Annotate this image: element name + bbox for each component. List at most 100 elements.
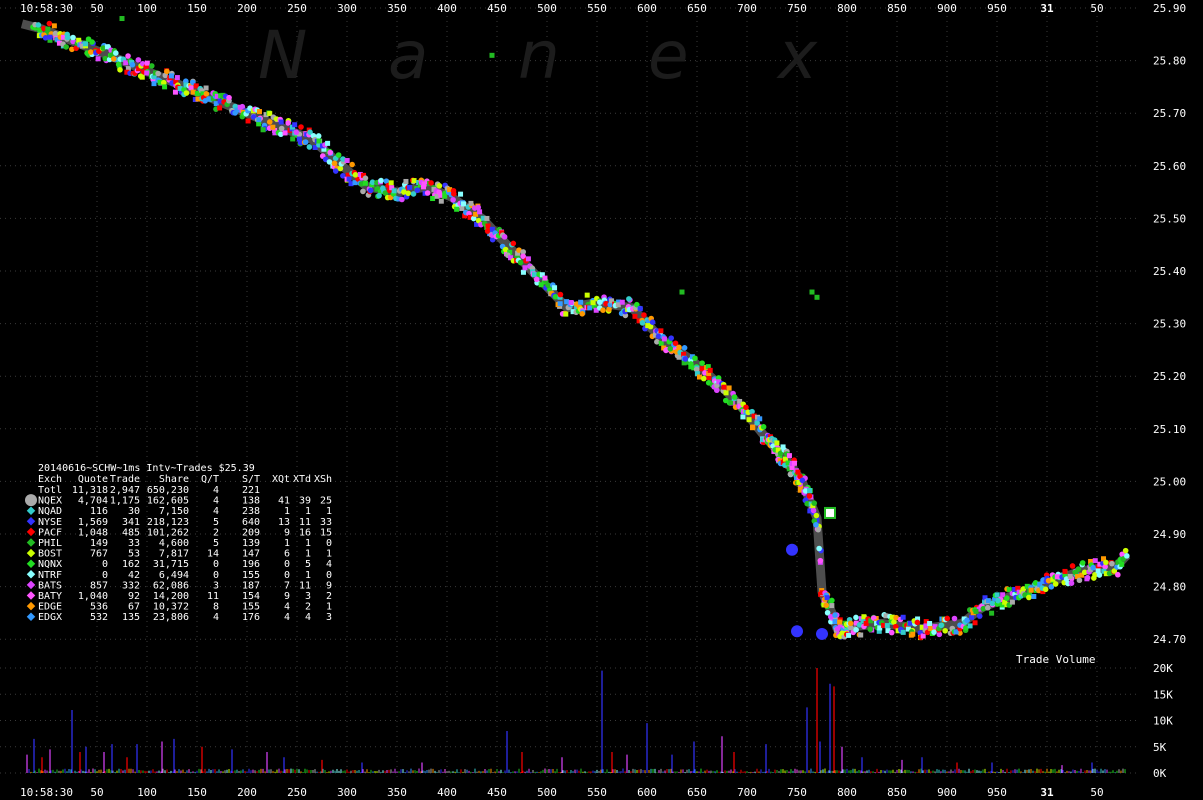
x-tick-bottom: 400 xyxy=(437,786,457,799)
x-tick-bottom: 50 xyxy=(90,786,103,799)
trade-marker xyxy=(87,49,94,55)
trade-marker xyxy=(938,622,945,629)
trade-marker xyxy=(867,626,874,633)
quote-marker xyxy=(829,603,835,609)
trade-marker xyxy=(1068,580,1075,586)
trade-marker xyxy=(428,180,434,186)
legend-cell-quote: 149 xyxy=(90,538,108,549)
trade-marker xyxy=(501,234,508,240)
trade-marker xyxy=(399,196,405,203)
trade-marker xyxy=(951,615,958,622)
legend-cell-qt: 8 xyxy=(213,602,219,613)
quote-marker xyxy=(1054,574,1060,580)
quote-marker xyxy=(774,440,780,446)
legend-cell-xqt: 7 xyxy=(284,580,290,591)
legend-header: XQt xyxy=(272,474,290,485)
trade-marker xyxy=(110,56,117,62)
legend-cell-exch: BATY xyxy=(38,591,62,602)
quote-marker xyxy=(290,136,296,142)
x-tick-bottom: 800 xyxy=(837,786,857,799)
legend-cell-quote: 0 xyxy=(102,559,108,570)
legend-cell-xqt: 4 xyxy=(284,612,290,623)
quote-marker xyxy=(723,390,729,396)
quote-marker xyxy=(388,180,394,186)
trade-marker xyxy=(639,320,646,326)
legend-cell-share: 31,715 xyxy=(153,559,189,570)
trade-marker xyxy=(113,50,119,56)
legend-cell-quote: 11,318 xyxy=(72,485,108,496)
large-quote-marker xyxy=(824,506,836,519)
quote-marker xyxy=(619,299,625,305)
quote-marker xyxy=(1000,592,1006,598)
trade-marker xyxy=(579,310,586,317)
quote-marker xyxy=(47,34,53,40)
trade-marker xyxy=(1122,547,1129,554)
x-axis-start-top: 10:58:30 xyxy=(20,2,73,15)
trade-marker xyxy=(226,94,232,101)
legend-cell-trade: 67 xyxy=(128,602,140,613)
legend-cell-exch: Totl xyxy=(38,485,62,496)
trade-marker xyxy=(533,276,540,283)
trade-marker xyxy=(944,615,951,622)
trade-marker xyxy=(853,614,859,621)
quote-marker xyxy=(438,198,444,204)
quote-marker xyxy=(362,180,368,186)
quote-marker xyxy=(151,81,157,87)
quote-marker xyxy=(858,632,864,638)
quote-marker xyxy=(522,265,528,271)
x-tick-bottom: 300 xyxy=(337,786,357,799)
legend-cell-qt: 14 xyxy=(207,549,219,560)
quote-marker xyxy=(458,191,464,197)
legend-cell-xtd: 11 xyxy=(299,580,311,591)
watermark-letter: n xyxy=(518,17,560,94)
quote-marker xyxy=(459,205,465,211)
x-tick-top: 900 xyxy=(937,2,957,15)
legend-header: Q/T xyxy=(201,474,219,485)
quote-marker xyxy=(658,340,664,346)
legend-cell-xtd: 1 xyxy=(305,538,311,549)
legend-cell-qt: 5 xyxy=(213,538,219,549)
quote-marker xyxy=(531,272,537,278)
trade-marker xyxy=(649,319,656,326)
x-tick-top: 550 xyxy=(587,2,607,15)
quote-marker xyxy=(676,354,682,360)
quote-marker xyxy=(282,130,288,136)
x-tick-bottom: 500 xyxy=(537,786,557,799)
legend-cell-quote: 1,048 xyxy=(78,527,108,538)
x-tick-bottom: 600 xyxy=(637,786,657,799)
trade-marker xyxy=(148,63,155,69)
x-tick-top: 600 xyxy=(637,2,657,15)
x-tick-bottom: 200 xyxy=(237,786,257,799)
quote-marker xyxy=(391,188,397,194)
trade-marker xyxy=(984,604,991,611)
quote-marker xyxy=(1028,587,1034,593)
quote-marker xyxy=(900,614,906,620)
trade-marker xyxy=(1124,553,1130,559)
quote-marker xyxy=(203,85,209,91)
trade-marker xyxy=(700,375,707,382)
quote-marker xyxy=(726,385,732,391)
legend-cell-trade: 2,947 xyxy=(110,485,140,496)
x-tick-top: 950 xyxy=(987,2,1007,15)
y-tick-price: 25.50 xyxy=(1153,212,1186,225)
legend-cell-xsh: 1 xyxy=(326,602,332,613)
legend-cell-st: 139 xyxy=(242,538,260,549)
quote-marker xyxy=(989,610,995,616)
x-tick-top: 250 xyxy=(287,2,307,15)
legend-cell-share: 7,817 xyxy=(159,549,189,560)
quote-marker xyxy=(632,313,638,319)
legend-cell-qt: 4 xyxy=(213,506,219,517)
y-tick-price: 25.10 xyxy=(1153,423,1186,436)
x-tick-top: 800 xyxy=(837,2,857,15)
trade-marker xyxy=(117,67,123,73)
trade-marker xyxy=(1026,594,1032,601)
trade-marker xyxy=(183,90,190,96)
volume-panel-title: Trade Volume xyxy=(1016,653,1095,666)
quote-marker xyxy=(837,619,843,625)
trade-marker xyxy=(1115,571,1121,578)
quote-marker xyxy=(807,488,813,494)
x-tick-bottom: 900 xyxy=(937,786,957,799)
legend-cell-st: 147 xyxy=(242,549,260,560)
legend-marker-nqex xyxy=(25,494,37,507)
trade-marker xyxy=(914,619,921,626)
